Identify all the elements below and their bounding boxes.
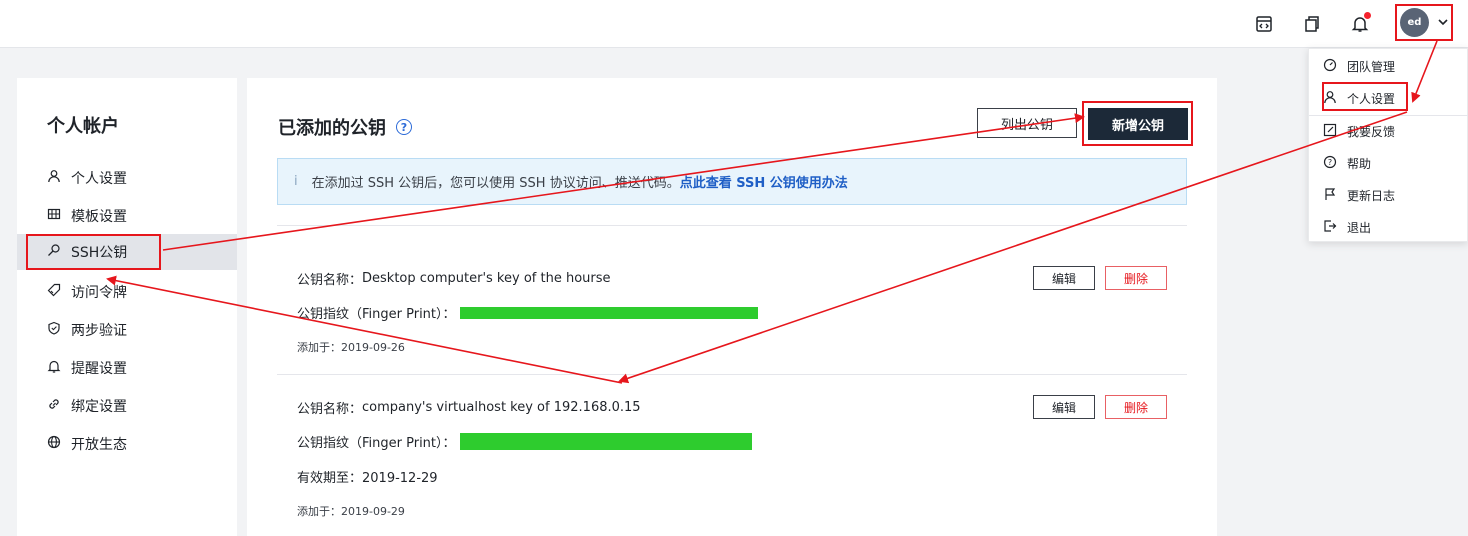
dropdown-item-label: 帮助: [1347, 156, 1372, 171]
code-icon[interactable]: [1252, 12, 1276, 36]
sidebar-item-label: 提醒设置: [71, 361, 127, 377]
user-dropdown-menu: 团队管理 个人设置 我要反馈 ? 帮助 更新日志 退出: [1308, 48, 1468, 242]
dropdown-item-changelog[interactable]: 更新日志: [1323, 183, 1395, 207]
key-name-label: 公钥名称：: [297, 273, 363, 288]
tag-icon: [47, 283, 61, 301]
link-icon: [47, 397, 61, 415]
dropdown-item-label: 退出: [1347, 220, 1372, 235]
edit-button[interactable]: 编辑: [1033, 395, 1095, 419]
delete-button[interactable]: 删除: [1105, 266, 1167, 290]
sidebar-item-two-factor[interactable]: 两步验证: [17, 312, 237, 348]
help-icon: ?: [1323, 155, 1337, 172]
page-title-text: 已添加的公钥: [278, 118, 386, 139]
notification-dot: [1364, 12, 1371, 19]
user-menu-trigger[interactable]: ed: [1395, 4, 1453, 41]
flag-icon: [1323, 187, 1337, 204]
key-name-line: 公钥名称： company's virtualhost key of 192.1…: [297, 398, 641, 417]
bell-icon[interactable]: [1348, 12, 1372, 36]
avatar: ed: [1400, 8, 1429, 37]
main-panel: 已添加的公钥 ? 列出公钥 新增公钥 i 在添加过 SSH 公钥后，您可以使用 …: [247, 78, 1217, 536]
sidebar-item-reminders[interactable]: 提醒设置: [17, 350, 237, 386]
edit-button[interactable]: 编辑: [1033, 266, 1095, 290]
page-title: 已添加的公钥 ?: [278, 114, 412, 140]
globe-icon: [47, 435, 61, 453]
sidebar-item-label: 开放生态: [71, 437, 127, 453]
shield-icon: [47, 321, 61, 339]
list-keys-button[interactable]: 列出公钥: [977, 108, 1077, 138]
dropdown-item-logout[interactable]: 退出: [1323, 215, 1371, 239]
dropdown-item-help[interactable]: ? 帮助: [1323, 151, 1371, 175]
key-fingerprint-line: 公钥指纹（Finger Print）：: [297, 303, 758, 322]
key-name: Desktop computer's key of the hourse: [362, 271, 611, 286]
info-banner: i 在添加过 SSH 公钥后，您可以使用 SSH 协议访问、推送代码。点此查看 …: [277, 158, 1187, 205]
fingerprint-redacted: [459, 306, 758, 319]
help-icon[interactable]: ?: [396, 119, 412, 135]
sidebar-item-label: 访问令牌: [71, 285, 127, 301]
key-name: company's virtualhost key of 192.168.0.1…: [362, 400, 641, 415]
dropdown-item-label: 团队管理: [1347, 59, 1396, 74]
top-bar: ed: [0, 0, 1468, 48]
key-fingerprint-label: 公钥指纹（Finger Print）：: [297, 436, 456, 451]
dashboard-icon: [1323, 58, 1337, 75]
key-name-label: 公钥名称：: [297, 402, 363, 417]
divider: [277, 374, 1187, 375]
sidebar-item-profile[interactable]: 个人设置: [17, 160, 237, 196]
annotation-highlight-profile: [1322, 82, 1408, 111]
info-text: 在添加过 SSH 公钥后，您可以使用 SSH 协议访问、推送代码。点此查看 SS…: [312, 172, 848, 191]
edit-icon: [1323, 123, 1337, 140]
dropdown-item-label: 更新日志: [1347, 188, 1396, 203]
sidebar-item-label: 绑定设置: [71, 399, 127, 415]
add-key-button[interactable]: 新增公钥: [1088, 108, 1188, 140]
info-text-body: 在添加过 SSH 公钥后，您可以使用 SSH 协议访问、推送代码。: [311, 176, 680, 191]
key-added-date: 添加于：2019-09-29: [297, 505, 405, 518]
dropdown-item-label: 我要反馈: [1347, 124, 1396, 139]
grid-icon: [47, 207, 61, 225]
delete-button[interactable]: 删除: [1105, 395, 1167, 419]
sidebar-item-label: 个人设置: [71, 171, 127, 187]
key-added-date: 添加于：2019-09-26: [297, 341, 405, 354]
dropdown-item-team[interactable]: 团队管理: [1323, 54, 1395, 78]
dropdown-divider: [1309, 115, 1468, 116]
chevron-down-icon: [1437, 13, 1449, 32]
info-icon: i: [294, 174, 298, 189]
sidebar-item-bindings[interactable]: 绑定设置: [17, 388, 237, 424]
sidebar-item-templates[interactable]: 模板设置: [17, 198, 237, 234]
sidebar: 个人帐户 个人设置 模板设置 SSH公钥 访问令牌 两步验证 提醒设置 绑定设置…: [17, 78, 237, 536]
copy-window-icon[interactable]: [1300, 12, 1324, 36]
sidebar-item-label: 模板设置: [71, 209, 127, 225]
bell-icon: [47, 359, 61, 377]
sidebar-item-access-tokens[interactable]: 访问令牌: [17, 274, 237, 310]
info-link[interactable]: 点此查看 SSH 公钥使用办法: [680, 176, 848, 191]
key-fingerprint-label: 公钥指纹（Finger Print）：: [297, 307, 456, 322]
sidebar-item-label: 两步验证: [71, 323, 127, 339]
dropdown-item-feedback[interactable]: 我要反馈: [1323, 119, 1395, 143]
divider: [277, 225, 1187, 226]
fingerprint-redacted: [459, 433, 752, 450]
key-fingerprint-line: 公钥指纹（Finger Print）：: [297, 432, 752, 451]
key-name-line: 公钥名称： Desktop computer's key of the hour…: [297, 269, 611, 288]
sidebar-title: 个人帐户: [47, 116, 119, 137]
svg-text:?: ?: [1328, 158, 1332, 167]
annotation-highlight-ssh: [26, 234, 161, 270]
key-expiry: 有效期至：2019-12-29: [297, 471, 438, 486]
logout-icon: [1323, 219, 1337, 236]
user-icon: [47, 169, 61, 187]
sidebar-item-ecosystem[interactable]: 开放生态: [17, 426, 237, 462]
